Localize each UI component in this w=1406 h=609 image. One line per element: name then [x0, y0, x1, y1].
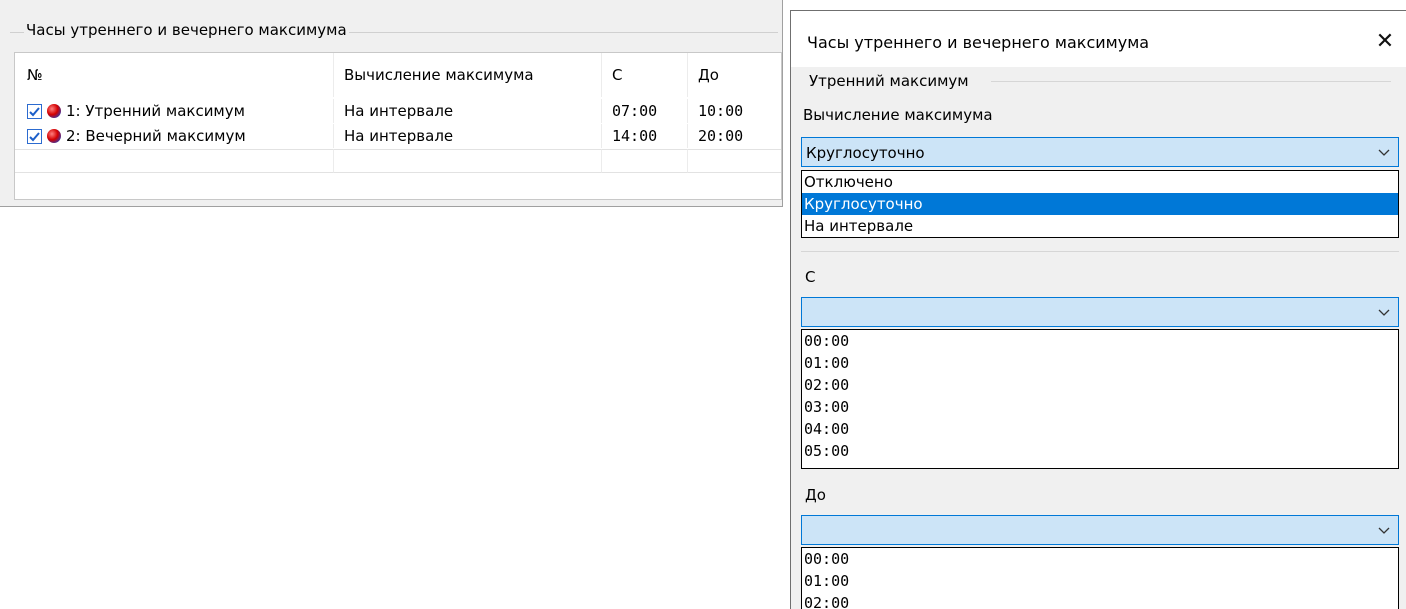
row-calc: На интервале	[333, 124, 601, 148]
empty-cell	[333, 149, 601, 173]
table-row[interactable]: 1: Утренний максимум На интервале 07:00 …	[15, 99, 781, 123]
dialog-titlebar: Часы утреннего и вечернего максимума ✕	[791, 11, 1406, 67]
row-to: 10:00	[687, 99, 781, 123]
calc-label: Вычисление максимума	[803, 106, 993, 124]
row-name: 1: Утренний максимум	[66, 102, 245, 120]
table-header: № Вычисление максимума С До	[15, 53, 781, 97]
row-name-cell: 2: Вечерний максимум	[15, 124, 333, 148]
empty-cell	[601, 149, 687, 173]
status-ball-icon	[47, 129, 61, 143]
empty-cell	[687, 149, 781, 173]
row-name: 2: Вечерний максимум	[66, 127, 246, 145]
dropdown-option[interactable]: 01:00	[802, 570, 1398, 592]
calc-combobox[interactable]: Круглосуточно	[801, 137, 1399, 167]
close-button[interactable]: ✕	[1371, 27, 1399, 55]
from-label: С	[805, 268, 816, 286]
dropdown-option[interactable]: 03:00	[802, 396, 1398, 418]
calc-dropdown-list[interactable]: Отключено Круглосуточно На интервале	[801, 170, 1399, 238]
checkmark-icon	[29, 106, 40, 116]
row-checkbox[interactable]	[27, 103, 42, 119]
column-header-calc[interactable]: Вычисление максимума	[333, 53, 601, 97]
max-hours-panel: Часы утреннего и вечернего максимума № В…	[0, 0, 783, 207]
dropdown-option[interactable]: 00:00	[802, 330, 1398, 352]
chevron-down-icon	[1378, 527, 1390, 534]
close-icon: ✕	[1375, 28, 1395, 54]
group-divider	[991, 81, 1391, 82]
row-from: 14:00	[601, 124, 687, 148]
max-hours-table[interactable]: № Вычисление максимума С До 1: Утренний …	[14, 52, 782, 200]
edit-dialog: Часы утреннего и вечернего максимума ✕ У…	[790, 10, 1406, 609]
dropdown-option[interactable]: 04:00	[802, 418, 1398, 440]
from-combobox[interactable]	[801, 297, 1399, 327]
dropdown-option[interactable]: 05:00	[802, 440, 1398, 462]
to-combobox[interactable]	[801, 515, 1399, 545]
row-name-cell: 1: Утренний максимум	[15, 99, 333, 123]
empty-cell	[15, 149, 333, 173]
dropdown-option[interactable]: На интервале	[802, 215, 1398, 237]
column-header-number[interactable]: №	[15, 53, 333, 97]
from-dropdown-list[interactable]: 00:00 01:00 02:00 03:00 04:00 05:00	[801, 329, 1399, 469]
calc-combobox-value: Круглосуточно	[806, 144, 925, 162]
section-divider	[801, 251, 1399, 252]
dropdown-option[interactable]: 00:00	[802, 548, 1398, 570]
dropdown-option[interactable]: 02:00	[802, 374, 1398, 396]
status-ball-icon	[47, 104, 61, 118]
dropdown-option[interactable]: 02:00	[802, 592, 1398, 609]
to-label: До	[805, 486, 826, 504]
row-checkbox[interactable]	[27, 128, 42, 144]
column-header-from[interactable]: С	[601, 53, 687, 97]
column-header-to[interactable]: До	[687, 53, 781, 97]
row-to: 20:00	[687, 124, 781, 148]
dropdown-option[interactable]: 01:00	[802, 352, 1398, 374]
row-from: 07:00	[601, 99, 687, 123]
chevron-down-icon	[1378, 309, 1390, 316]
dropdown-option-selected[interactable]: Круглосуточно	[802, 193, 1398, 215]
dialog-title: Часы утреннего и вечернего максимума	[807, 33, 1150, 52]
chevron-down-icon	[1378, 149, 1390, 156]
to-dropdown-list[interactable]: 00:00 01:00 02:00	[801, 547, 1399, 609]
table-new-row[interactable]	[15, 149, 781, 173]
group-label: Утренний максимум	[809, 72, 969, 90]
group-title: Часы утреннего и вечернего максимума	[24, 20, 349, 40]
checkmark-icon	[29, 131, 40, 141]
dropdown-option[interactable]: Отключено	[802, 171, 1398, 193]
table-row[interactable]: 2: Вечерний максимум На интервале 14:00 …	[15, 124, 781, 148]
row-calc: На интервале	[333, 99, 601, 123]
